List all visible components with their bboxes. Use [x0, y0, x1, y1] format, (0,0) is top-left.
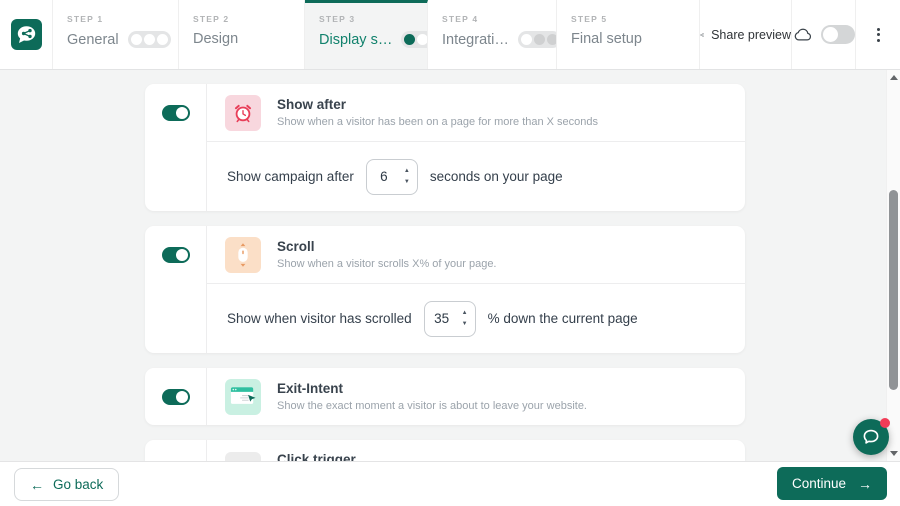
tab-step-2-design[interactable]: STEP 2 Design	[179, 0, 305, 69]
continue-button[interactable]: Continue →	[776, 467, 887, 500]
toggle-column	[145, 226, 207, 353]
progress-dot	[520, 34, 532, 45]
trigger-title: Click trigger	[277, 452, 356, 461]
setting-suffix: seconds on your page	[429, 169, 563, 184]
scroll-percent-value: 35	[434, 311, 450, 326]
getsitecontrol-logo-icon	[10, 19, 42, 50]
trigger-card-exit-intent: Exit-Intent Show the exact moment a visi…	[145, 368, 745, 425]
scrollbar-thumb[interactable]	[889, 190, 898, 390]
progress-dot	[404, 34, 416, 45]
step-number-label: STEP 1	[67, 14, 104, 24]
tab-name: Integrati…	[442, 31, 509, 48]
step-number-label: STEP 5	[571, 14, 608, 24]
toggle-knob	[175, 249, 188, 261]
scroll-toggle[interactable]	[161, 247, 190, 263]
toggle-knob	[175, 107, 188, 119]
trigger-card-scroll: Scroll Show when a visitor scrolls X% of…	[145, 226, 745, 353]
exit-intent-toggle[interactable]	[161, 389, 190, 405]
cloud-toggle[interactable]	[820, 25, 855, 44]
trigger-description: Show when a visitor scrolls X% of your p…	[277, 258, 497, 270]
toggle-column	[145, 368, 207, 425]
tab-step-1-general[interactable]: STEP 1 General	[53, 0, 179, 69]
setting-suffix: % down the current page	[487, 311, 638, 326]
tab-name: General	[67, 31, 119, 48]
scrollbar[interactable]	[886, 70, 900, 461]
exit-intent-icon	[225, 378, 261, 415]
progress-dot	[143, 34, 155, 45]
progress-dot	[533, 34, 545, 45]
scrollbar-up-arrow[interactable]	[890, 75, 898, 80]
step-number-label: STEP 2	[193, 14, 230, 24]
setting-prefix: Show campaign after	[227, 169, 354, 184]
stepper-up-button[interactable]: ▲	[404, 168, 410, 174]
scroll-percent-input[interactable]: 35 ▲ ▼	[423, 300, 476, 337]
tab-step-3-display-settings[interactable]: STEP 3 Display s…	[305, 0, 428, 69]
step-number-label: STEP 3	[319, 14, 356, 24]
notification-dot	[880, 418, 890, 428]
go-back-label: Go back	[53, 477, 104, 492]
campaign-editor-window: STEP 1 General STEP 2 Design STEP 3 Disp…	[0, 0, 900, 506]
trigger-card-click: Click trigger	[145, 440, 745, 461]
tab-step-4-integrations[interactable]: STEP 4 Integrati…	[428, 0, 557, 69]
step-progress	[127, 31, 171, 48]
tab-name: Design	[193, 31, 239, 47]
show-after-toggle[interactable]	[161, 105, 190, 121]
trigger-title: Scroll	[277, 239, 315, 254]
trigger-card-show-after: Show after Show when a visitor has been …	[145, 84, 745, 211]
setting-prefix: Show when visitor has scrolled	[227, 311, 412, 326]
progress-dot	[417, 34, 427, 45]
alarm-clock-icon	[225, 94, 261, 131]
stepper-down-button[interactable]: ▼	[462, 321, 468, 327]
back-arrow-icon: ←	[30, 476, 44, 493]
stepper-up-button[interactable]: ▲	[462, 310, 468, 316]
tab-name: Display s…	[319, 31, 393, 48]
trigger-title: Exit-Intent	[277, 381, 343, 396]
share-nodes-icon	[700, 32, 704, 37]
seconds-value: 6	[380, 169, 388, 184]
app-logo[interactable]	[0, 0, 53, 69]
share-preview-button[interactable]: Share preview	[700, 0, 792, 69]
cloud-icon	[794, 28, 811, 41]
chat-bubble-icon	[863, 429, 879, 444]
step-progress	[401, 31, 427, 48]
continue-label: Continue	[791, 476, 846, 491]
chat-widget-button[interactable]	[853, 418, 890, 455]
more-menu-section	[856, 0, 900, 69]
click-trigger-icon	[225, 452, 261, 461]
wizard-footer: ← Go back Continue →	[0, 461, 900, 506]
toggle-column	[145, 440, 207, 461]
share-preview-label: Share preview	[711, 27, 791, 42]
trigger-description: Show the exact moment a visitor is about…	[277, 400, 587, 412]
toggle-column	[145, 84, 207, 211]
progress-dot	[130, 34, 142, 45]
step-number-label: STEP 4	[442, 14, 479, 24]
mouse-scroll-icon	[225, 236, 261, 273]
step-progress	[517, 31, 556, 48]
tab-step-5-final-setup[interactable]: STEP 5 Final setup	[557, 0, 700, 69]
cloud-sync-section	[792, 0, 856, 69]
progress-dot	[156, 34, 168, 45]
seconds-input[interactable]: 6 ▲ ▼	[365, 158, 418, 195]
trigger-title: Show after	[277, 97, 347, 112]
wizard-header: STEP 1 General STEP 2 Design STEP 3 Disp…	[0, 0, 900, 70]
progress-dot	[546, 34, 556, 45]
toggle-knob	[175, 391, 188, 403]
stepper-down-button[interactable]: ▼	[404, 179, 410, 185]
trigger-description: Show when a visitor has been on a page f…	[277, 116, 599, 128]
go-back-button[interactable]: ← Go back	[14, 468, 120, 501]
more-menu-button[interactable]	[873, 24, 884, 46]
scrollbar-down-arrow[interactable]	[890, 451, 898, 456]
forward-arrow-icon: →	[858, 475, 872, 492]
tab-name: Final setup	[571, 31, 642, 47]
toggle-knob	[822, 27, 838, 42]
display-settings-panel: Show after Show when a visitor has been …	[0, 70, 900, 461]
